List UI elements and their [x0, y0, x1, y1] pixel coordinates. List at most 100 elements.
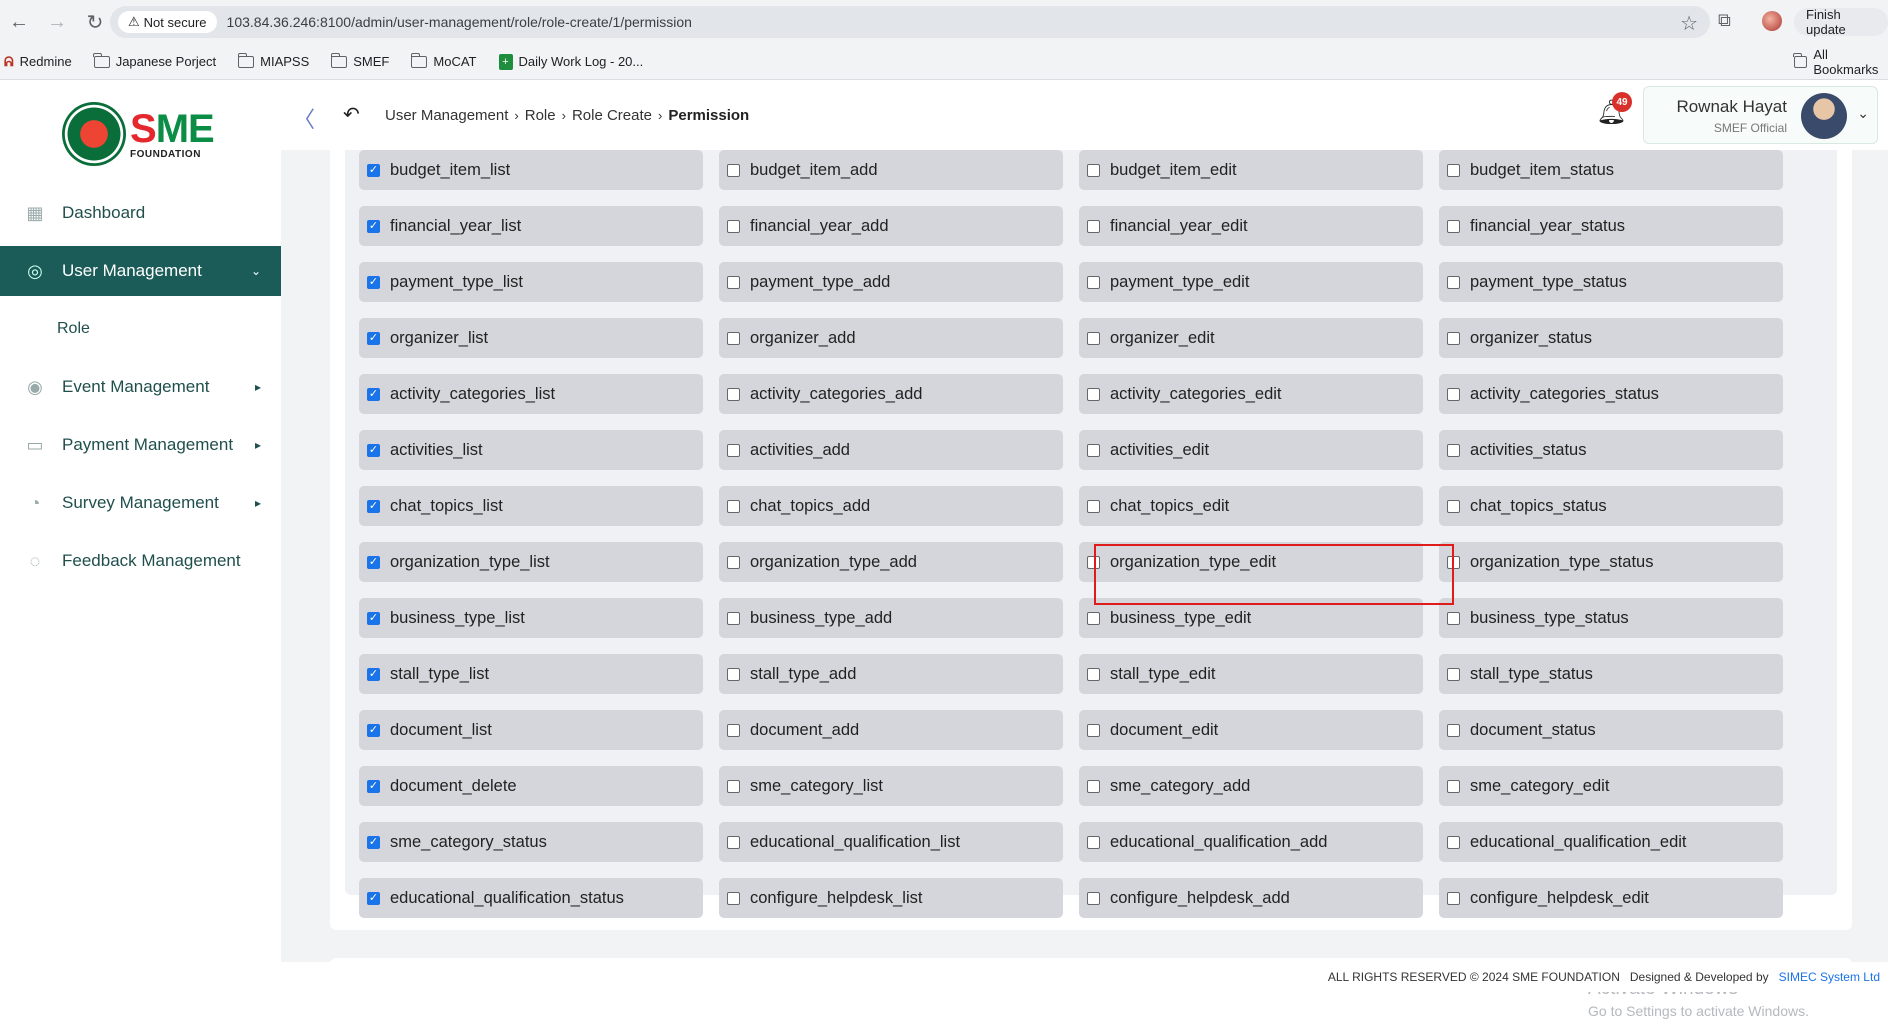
- permission-item[interactable]: document_add: [719, 710, 1063, 750]
- sidebar-item-feedback-management[interactable]: ◌ Feedback Management: [0, 536, 281, 586]
- permission-item[interactable]: payment_type_edit: [1079, 262, 1423, 302]
- permission-checkbox[interactable]: ✓: [367, 443, 380, 457]
- permission-checkbox[interactable]: [1447, 387, 1460, 401]
- permission-checkbox[interactable]: [1447, 219, 1460, 233]
- permission-item[interactable]: stall_type_add: [719, 654, 1063, 694]
- permission-checkbox[interactable]: [1447, 555, 1460, 569]
- permission-checkbox[interactable]: [1087, 891, 1100, 905]
- sidebar-item-event-management[interactable]: ◉ Event Management ▸: [0, 362, 281, 412]
- permission-checkbox[interactable]: [727, 611, 740, 625]
- user-menu[interactable]: Rownak Hayat SMEF Official ⌄: [1643, 86, 1878, 144]
- permission-item[interactable]: stall_type_status: [1439, 654, 1783, 694]
- permission-item[interactable]: ✓ organizer_list: [359, 318, 703, 358]
- extensions-icon[interactable]: ⧉: [1718, 10, 1731, 31]
- permission-checkbox[interactable]: [1087, 331, 1100, 345]
- permission-checkbox[interactable]: [727, 667, 740, 681]
- bookmark-mocat[interactable]: MoCAT: [410, 52, 477, 69]
- permission-item[interactable]: configure_helpdesk_edit: [1439, 878, 1783, 918]
- permission-checkbox[interactable]: [1447, 835, 1460, 849]
- permission-item[interactable]: ✓ stall_type_list: [359, 654, 703, 694]
- permission-item[interactable]: ✓ payment_type_list: [359, 262, 703, 302]
- bookmark-star-icon[interactable]: ☆: [1680, 11, 1698, 36]
- permission-checkbox[interactable]: [1087, 835, 1100, 849]
- permission-item[interactable]: organizer_edit: [1079, 318, 1423, 358]
- permission-item[interactable]: chat_topics_add: [719, 486, 1063, 526]
- profile-avatar[interactable]: [1762, 11, 1782, 31]
- permission-item[interactable]: organization_type_status: [1439, 542, 1783, 582]
- permission-checkbox[interactable]: [727, 387, 740, 401]
- permission-checkbox[interactable]: ✓: [367, 387, 380, 401]
- permission-checkbox[interactable]: [1447, 667, 1460, 681]
- bookmark-smef[interactable]: SMEF: [330, 52, 389, 69]
- permission-item[interactable]: activity_categories_status: [1439, 374, 1783, 414]
- permission-item[interactable]: budget_item_status: [1439, 150, 1783, 190]
- permission-item[interactable]: business_type_add: [719, 598, 1063, 638]
- permission-checkbox[interactable]: [1447, 331, 1460, 345]
- permission-checkbox[interactable]: ✓: [367, 555, 380, 569]
- security-chip[interactable]: ⚠ Not secure: [118, 11, 217, 33]
- permission-item[interactable]: ✓ activities_list: [359, 430, 703, 470]
- permission-item[interactable]: ✓ chat_topics_list: [359, 486, 703, 526]
- permission-checkbox[interactable]: [1087, 387, 1100, 401]
- permission-item[interactable]: payment_type_status: [1439, 262, 1783, 302]
- permission-checkbox[interactable]: [1087, 499, 1100, 513]
- permission-item[interactable]: financial_year_edit: [1079, 206, 1423, 246]
- permission-item[interactable]: educational_qualification_edit: [1439, 822, 1783, 862]
- permission-item[interactable]: ✓ business_type_list: [359, 598, 703, 638]
- permission-item[interactable]: sme_category_edit: [1439, 766, 1783, 806]
- permission-checkbox[interactable]: [1087, 779, 1100, 793]
- permission-checkbox[interactable]: [1087, 163, 1100, 177]
- permission-checkbox[interactable]: ✓: [367, 891, 380, 905]
- permission-checkbox[interactable]: [1447, 723, 1460, 737]
- collapse-sidebar-icon[interactable]: 〈: [293, 102, 315, 134]
- permission-checkbox[interactable]: [1447, 443, 1460, 457]
- permission-item[interactable]: sme_category_list: [719, 766, 1063, 806]
- permission-checkbox[interactable]: ✓: [367, 611, 380, 625]
- permission-item[interactable]: stall_type_edit: [1079, 654, 1423, 694]
- permission-checkbox[interactable]: ✓: [367, 835, 380, 849]
- permission-checkbox[interactable]: ✓: [367, 331, 380, 345]
- sidebar-item-survey-management[interactable]: ◔ Survey Management ▸: [0, 478, 281, 528]
- permission-item[interactable]: ✓ financial_year_list: [359, 206, 703, 246]
- sidebar-item-user-management[interactable]: ◎ User Management ⌄: [0, 246, 281, 296]
- permission-item[interactable]: financial_year_status: [1439, 206, 1783, 246]
- permission-checkbox[interactable]: [1087, 611, 1100, 625]
- breadcrumb-role-create[interactable]: Role Create: [572, 107, 652, 124]
- permission-checkbox[interactable]: ✓: [367, 275, 380, 289]
- permission-checkbox[interactable]: ✓: [367, 723, 380, 737]
- reload-icon[interactable]: ↻: [76, 3, 114, 41]
- permission-checkbox[interactable]: [1447, 611, 1460, 625]
- permission-checkbox[interactable]: [727, 331, 740, 345]
- permission-item[interactable]: budget_item_add: [719, 150, 1063, 190]
- permission-checkbox[interactable]: [1447, 163, 1460, 177]
- permission-checkbox[interactable]: [727, 891, 740, 905]
- permission-checkbox[interactable]: ✓: [367, 163, 380, 177]
- permission-checkbox[interactable]: [1447, 275, 1460, 289]
- all-bookmarks[interactable]: All Bookmarks: [1793, 47, 1881, 77]
- sidebar-item-dashboard[interactable]: ▦ Dashboard: [0, 188, 281, 238]
- permission-checkbox[interactable]: [727, 499, 740, 513]
- permission-item[interactable]: document_status: [1439, 710, 1783, 750]
- permission-checkbox[interactable]: [727, 163, 740, 177]
- address-bar[interactable]: ⚠ Not secure 103.84.36.246:8100/admin/use…: [110, 6, 1710, 38]
- bookmark-redmine[interactable]: ᕱ Redmine: [4, 54, 72, 70]
- breadcrumb-role[interactable]: Role: [525, 107, 556, 124]
- permission-checkbox[interactable]: ✓: [367, 499, 380, 513]
- permission-item[interactable]: organizer_add: [719, 318, 1063, 358]
- permission-item[interactable]: activity_categories_add: [719, 374, 1063, 414]
- permission-item[interactable]: configure_helpdesk_add: [1079, 878, 1423, 918]
- permission-checkbox[interactable]: [1087, 219, 1100, 233]
- permission-checkbox[interactable]: [727, 779, 740, 793]
- footer-company-link[interactable]: SIMEC System Ltd: [1779, 970, 1880, 984]
- permission-checkbox[interactable]: [727, 219, 740, 233]
- permission-item[interactable]: educational_qualification_list: [719, 822, 1063, 862]
- sidebar-item-payment-management[interactable]: ▭ Payment Management ▸: [0, 420, 281, 470]
- permission-item[interactable]: ✓ document_list: [359, 710, 703, 750]
- permission-item[interactable]: organization_type_edit: [1079, 542, 1423, 582]
- permission-checkbox[interactable]: [727, 555, 740, 569]
- permission-item[interactable]: ✓ educational_qualification_status: [359, 878, 703, 918]
- permission-item[interactable]: activities_status: [1439, 430, 1783, 470]
- back-arrow-icon[interactable]: ←: [0, 3, 38, 41]
- permission-item[interactable]: activity_categories_edit: [1079, 374, 1423, 414]
- permission-item[interactable]: ✓ organization_type_list: [359, 542, 703, 582]
